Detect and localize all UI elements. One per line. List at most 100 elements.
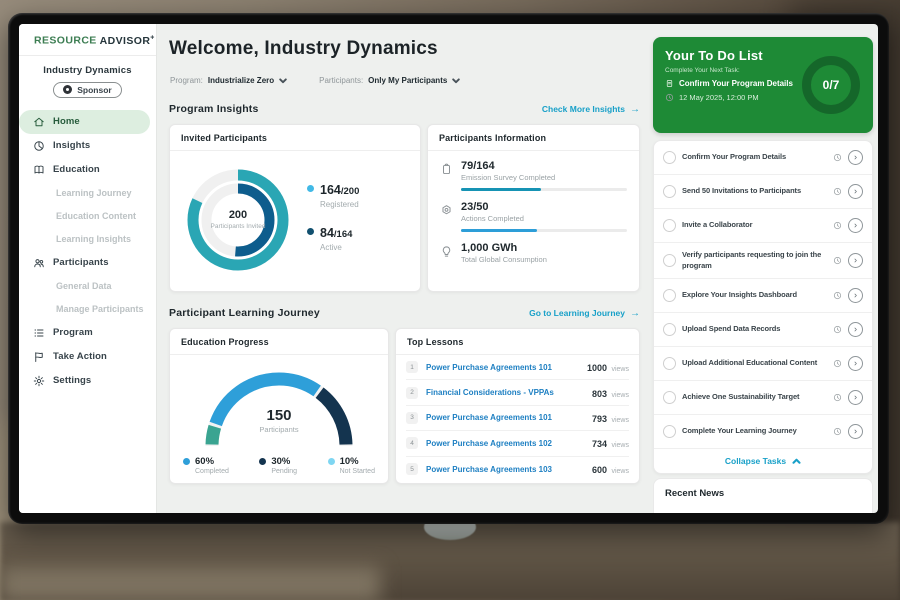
task-open-button[interactable] (848, 288, 863, 303)
lesson-row-1: 1Power Purchase Agreements 1011000 views (406, 355, 629, 380)
stat-global-consumption: 1,000 GWh Total Global Consumption (440, 242, 627, 264)
survey-progress-bar (461, 188, 627, 191)
sidebar-item-label: Take Action (53, 351, 107, 362)
program-filter[interactable]: Program: Industrialize Zero (170, 76, 287, 85)
clock-icon (833, 389, 842, 407)
collapse-tasks-button[interactable]: Collapse Tasks (654, 449, 872, 473)
legend-item-registered: 164/200 Registered (307, 181, 359, 209)
sidebar-item-education[interactable]: Education (19, 158, 150, 182)
section-title-program-insights: Program Insights (169, 103, 259, 115)
stat-label: Total Global Consumption (461, 255, 547, 264)
task-checkbox[interactable] (663, 425, 676, 438)
task-checkbox[interactable] (663, 323, 676, 336)
task-row-invite-a-collaborator[interactable]: Invite a Collaborator (654, 209, 872, 243)
task-open-button[interactable] (848, 150, 863, 165)
clock-icon (833, 321, 842, 339)
task-checkbox[interactable] (663, 185, 676, 198)
actions-progress-bar (461, 229, 627, 232)
gauge-center-value: 150 (199, 407, 359, 424)
recent-news-card: Recent News (653, 478, 873, 513)
task-label: Send 50 Invitations to Participants (682, 186, 827, 197)
lesson-link[interactable]: Power Purchase Agreements 102 (426, 439, 584, 448)
program-filter-value: Industrialize Zero (208, 76, 274, 85)
task-row-upload-additional-educational-content[interactable]: Upload Additional Educational Content (654, 347, 872, 381)
lesson-views: 600 views (592, 460, 629, 478)
task-open-button[interactable] (848, 390, 863, 405)
sidebar-item-learning-insights[interactable]: Learning Insights (19, 228, 156, 251)
task-label: Confirm Your Program Details (682, 152, 827, 163)
task-checkbox[interactable] (663, 219, 676, 232)
filters-row: Program: Industrialize Zero Participants… (170, 76, 460, 85)
task-row-achieve-one-sustainability-target[interactable]: Achieve One Sustainability Target (654, 381, 872, 415)
sidebar-item-learning-journey[interactable]: Learning Journey (19, 182, 156, 205)
lesson-views: 734 views (592, 434, 629, 452)
check-more-insights-link[interactable]: Check More Insights → (542, 104, 640, 115)
learning-journey-header: Participant Learning Journey Go to Learn… (169, 307, 640, 319)
task-label: Explore Your Insights Dashboard (682, 290, 827, 301)
monitor-bezel: RESOURCE ADVISOR+ Industry Dynamics Spon… (8, 13, 889, 524)
sidebar-item-education-content[interactable]: Education Content (19, 205, 156, 228)
document-icon (665, 79, 674, 88)
completed-label: Completed (195, 468, 229, 475)
task-row-verify-participants-requesting-to-join-the-program[interactable]: Verify participants requesting to join t… (654, 243, 872, 279)
task-label: Invite a Collaborator (682, 220, 827, 231)
completed-value: 60% (195, 456, 229, 467)
sidebar-item-settings[interactable]: Settings (19, 369, 150, 393)
task-open-button[interactable] (848, 424, 863, 439)
stat-actions-completed: 23/50 Actions Completed (440, 201, 627, 223)
task-checkbox[interactable] (663, 254, 676, 267)
todo-tasks-card: Confirm Your Program Details Send 50 Invi… (653, 140, 873, 474)
lesson-row-5: 5Power Purchase Agreements 103600 views (406, 457, 629, 482)
stat-value: 23/50 (461, 201, 524, 213)
task-label: Upload Additional Educational Content (682, 358, 827, 369)
recent-news-title: Recent News (654, 479, 872, 508)
donut-center-value: 200 (229, 209, 247, 221)
lesson-link[interactable]: Power Purchase Agreements 103 (426, 465, 584, 474)
task-row-complete-your-learning-journey[interactable]: Complete Your Learning Journey (654, 415, 872, 449)
participants-filter[interactable]: Participants: Only My Participants (319, 76, 460, 85)
not-started-value: 10% (340, 456, 375, 467)
sidebar: RESOURCE ADVISOR+ Industry Dynamics Spon… (19, 24, 157, 513)
lightbulb-icon (440, 245, 453, 258)
clock-icon (833, 423, 842, 441)
sidebar-item-general-data[interactable]: General Data (19, 275, 156, 298)
sidebar-item-participants[interactable]: Participants (19, 251, 150, 275)
chevron-down-icon (452, 78, 460, 84)
sponsor-badge[interactable]: Sponsor (53, 82, 121, 98)
task-checkbox[interactable] (663, 151, 676, 164)
task-open-button[interactable] (848, 356, 863, 371)
arrow-right-icon: → (630, 104, 640, 115)
task-checkbox[interactable] (663, 357, 676, 370)
registered-label: Registered (320, 200, 359, 209)
sidebar-item-home[interactable]: Home (19, 110, 150, 134)
task-checkbox[interactable] (663, 391, 676, 404)
completed-dot-icon (183, 458, 190, 465)
sidebar-item-take-action[interactable]: Take Action (19, 345, 150, 369)
task-checkbox[interactable] (663, 289, 676, 302)
task-row-send-50-invitations-to-participants[interactable]: Send 50 Invitations to Participants (654, 175, 872, 209)
lesson-link[interactable]: Power Purchase Agreements 101 (426, 363, 579, 372)
sidebar-nav: Home InsightsEducationLearning JourneyEdu… (19, 110, 156, 393)
task-open-button[interactable] (848, 253, 863, 268)
stat-label: Emission Survey Completed (461, 173, 555, 182)
program-icon (33, 327, 45, 339)
task-open-button[interactable] (848, 218, 863, 233)
section-title-learning-journey: Participant Learning Journey (169, 307, 320, 319)
sidebar-item-label: Home (53, 116, 80, 127)
task-open-button[interactable] (848, 322, 863, 337)
task-row-upload-spend-data-records[interactable]: Upload Spend Data Records (654, 313, 872, 347)
lesson-link[interactable]: Financial Considerations - VPPAs (426, 388, 584, 397)
lesson-link[interactable]: Power Purchase Agreements 101 (426, 413, 584, 422)
clock-icon (665, 93, 674, 102)
stat-value: 79/164 (461, 160, 555, 172)
task-row-confirm-your-program-details[interactable]: Confirm Your Program Details (654, 141, 872, 175)
sidebar-item-insights[interactable]: Insights (19, 134, 150, 158)
invited-donut-chart: 200 Participants Invited (182, 164, 294, 276)
task-row-explore-your-insights-dashboard[interactable]: Explore Your Insights Dashboard (654, 279, 872, 313)
task-open-button[interactable] (848, 184, 863, 199)
sidebar-item-program[interactable]: Program (19, 321, 150, 345)
go-to-learning-journey-link[interactable]: Go to Learning Journey → (529, 308, 640, 319)
sidebar-item-manage-participants[interactable]: Manage Participants (19, 298, 156, 321)
chevron-down-icon (279, 78, 287, 84)
pending-label: Pending (271, 468, 297, 475)
